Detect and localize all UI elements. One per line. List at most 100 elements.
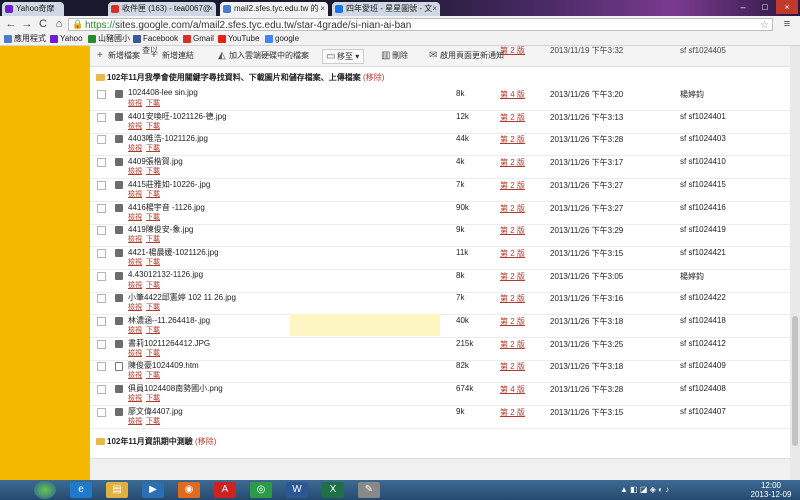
close-tab-icon[interactable]: × (432, 2, 437, 16)
row-checkbox[interactable] (97, 385, 106, 395)
row-checkbox[interactable] (97, 90, 106, 99)
file-name[interactable]: 1024408-lee sin.jpg (128, 88, 198, 97)
version-link[interactable]: 第 2 版 (500, 112, 525, 123)
download-link[interactable]: 下載 (146, 236, 160, 243)
menu-icon[interactable]: ≡ (780, 18, 794, 31)
add-link-button[interactable]: + 新增連結 (148, 49, 198, 62)
download-link[interactable]: 下載 (146, 191, 160, 198)
minimize-icon[interactable]: – (732, 0, 754, 14)
close-tab-icon[interactable]: × (208, 2, 213, 16)
reload-icon[interactable]: C (36, 18, 50, 31)
download-link[interactable]: 下載 (146, 418, 160, 425)
bookmark-youtube[interactable]: YouTube (218, 34, 259, 44)
version-link[interactable]: 第 2 版 (500, 361, 525, 372)
version-link[interactable]: 第 2 版 (500, 407, 525, 418)
close-window-icon[interactable]: × (776, 0, 798, 14)
version-link[interactable]: 第 2 版 (500, 180, 525, 191)
view-link[interactable]: 檢視 (128, 327, 142, 334)
download-link[interactable]: 下載 (146, 395, 160, 402)
download-link[interactable]: 下載 (146, 168, 160, 175)
version-link[interactable]: 第 2 版 (500, 134, 525, 145)
bookmark-gmail[interactable]: Gmail (183, 34, 214, 44)
version-link[interactable]: 第 4 版 (500, 89, 525, 100)
row-checkbox[interactable] (97, 203, 106, 213)
tab-sites[interactable]: 四年愛班 - 星星圖號 - 文 × (332, 2, 440, 16)
download-link[interactable]: 下載 (146, 350, 160, 357)
row-checkbox[interactable] (97, 180, 106, 190)
ie-icon[interactable]: e (70, 482, 92, 498)
version-link[interactable]: 第 2 版 (500, 225, 525, 236)
enable-notify-button[interactable]: ✉ 啟用頁面更新通知 (426, 49, 508, 62)
view-link[interactable]: 檢視 (128, 259, 142, 266)
bookmark-star-icon[interactable]: ☆ (760, 19, 769, 32)
back-icon[interactable]: ← (4, 18, 18, 31)
bookmark-apps[interactable]: 應用程式 (4, 34, 46, 44)
chrome-icon[interactable]: ◎ (250, 482, 272, 498)
version-link[interactable]: 第 2 版 (500, 271, 525, 282)
view-link[interactable]: 檢視 (128, 191, 142, 198)
version-link[interactable]: 第 2 版 (500, 157, 525, 168)
tab-gmail[interactable]: 收件匣 (163) - tea0067@ × (108, 2, 216, 16)
bookmark-school[interactable]: 山豬國小 (88, 34, 130, 44)
view-link[interactable]: 檢視 (128, 168, 142, 175)
scrollbar[interactable] (790, 46, 800, 480)
address-bar[interactable]: 🔒 https://sites.google.com/a/mail2.sfes.… (68, 18, 773, 31)
folder-icon[interactable]: ▤ (106, 482, 128, 498)
forward-icon[interactable]: → (20, 18, 34, 31)
firefox-icon[interactable]: ◉ (178, 482, 200, 498)
word-icon[interactable]: W (286, 482, 308, 498)
remove-section-link[interactable]: (移除) (195, 437, 216, 446)
start-button[interactable] (34, 481, 56, 499)
system-tray[interactable]: ▲ ◧ ◪ ◈ ◐ ♪ (620, 482, 740, 498)
view-link[interactable]: 檢視 (128, 418, 142, 425)
view-link[interactable]: 檢視 (128, 282, 142, 289)
delete-button[interactable]: ▥ 刪除 (378, 49, 412, 62)
row-checkbox[interactable] (97, 112, 106, 122)
home-icon[interactable]: ⌂ (52, 18, 66, 31)
row-checkbox[interactable] (97, 226, 106, 236)
row-checkbox[interactable] (97, 407, 106, 417)
close-tab-icon[interactable]: × (320, 2, 325, 16)
maximize-icon[interactable]: □ (754, 0, 776, 14)
bookmark-yahoo[interactable]: Yahoo (50, 34, 83, 44)
download-link[interactable]: 下載 (146, 259, 160, 266)
view-link[interactable]: 檢視 (128, 372, 142, 379)
view-link[interactable]: 檢視 (128, 123, 142, 130)
bookmark-google[interactable]: google (265, 34, 299, 44)
tab-mail2[interactable]: mail2.sfes.tyc.edu.tw 的 × (220, 2, 328, 16)
version-link[interactable]: 第 2 版 (500, 248, 525, 259)
download-link[interactable]: 下載 (146, 214, 160, 221)
download-link[interactable]: 下載 (146, 372, 160, 379)
tab-yahoo[interactable]: Yahoo奇摩 (2, 2, 64, 16)
view-link[interactable]: 檢視 (128, 145, 142, 152)
view-link[interactable]: 檢視 (128, 236, 142, 243)
view-link[interactable]: 檢視 (128, 350, 142, 357)
move-to-dropdown[interactable]: ▭ 移至 ▾ (322, 49, 365, 64)
version-link[interactable]: 第 2 版 (500, 293, 525, 304)
version-link[interactable]: 第 2 版 (500, 339, 525, 350)
paint-icon[interactable]: ✎ (358, 482, 380, 498)
excel-icon[interactable]: X (322, 482, 344, 498)
download-link[interactable]: 下載 (146, 327, 160, 334)
version-link[interactable]: 第 2 版 (500, 316, 525, 327)
download-link[interactable]: 下載 (146, 145, 160, 152)
row-checkbox[interactable] (97, 135, 106, 145)
row-checkbox[interactable] (97, 294, 106, 304)
download-link[interactable]: 下載 (146, 282, 160, 289)
row-checkbox[interactable] (97, 362, 106, 372)
media-icon[interactable]: ▶ (142, 482, 164, 498)
acrobat-icon[interactable]: A (214, 482, 236, 498)
view-link[interactable]: 檢視 (128, 100, 142, 107)
view-link[interactable]: 檢視 (128, 395, 142, 402)
bookmark-facebook[interactable]: Facebook (133, 34, 178, 44)
download-link[interactable]: 下載 (146, 100, 160, 107)
row-checkbox[interactable] (97, 158, 106, 168)
row-checkbox[interactable] (97, 248, 106, 258)
clock[interactable]: 12:00 2013-12-09 (742, 481, 800, 499)
remove-section-link[interactable]: (移除) (363, 73, 384, 82)
add-file-button[interactable]: + 新增檔案 (94, 49, 144, 62)
download-link[interactable]: 下載 (146, 123, 160, 130)
version-link[interactable]: 第 4 版 (500, 384, 525, 395)
add-drive-file-button[interactable]: ◭ 加入雲端硬碟中的檔案 (215, 49, 313, 62)
download-link[interactable]: 下載 (146, 304, 160, 311)
